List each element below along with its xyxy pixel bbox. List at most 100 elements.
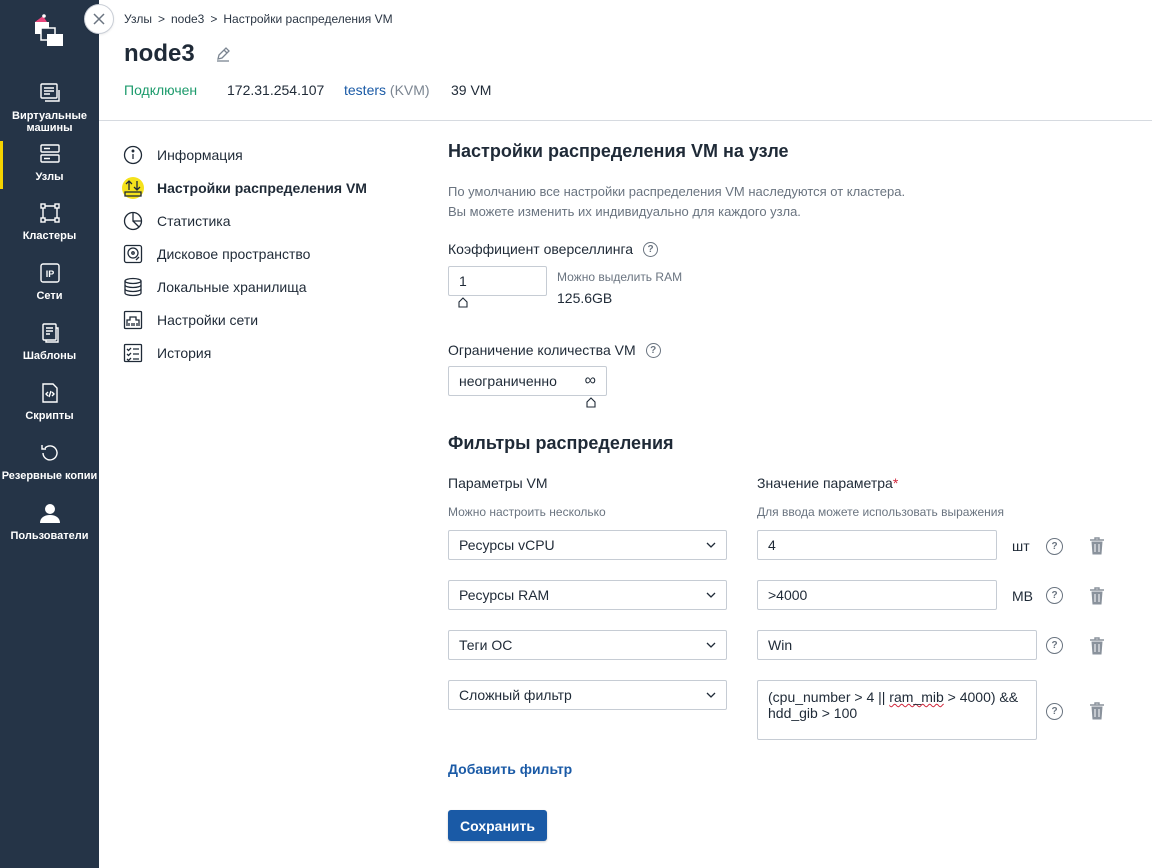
divider — [99, 120, 1152, 121]
description-line: По умолчанию все настройки распределения… — [448, 184, 906, 199]
filter-param-value: Ресурсы vCPU — [459, 537, 555, 553]
help-icon[interactable]: ? — [1046, 587, 1063, 604]
menu-label: Дисковое пространство — [157, 246, 311, 262]
description-line: Вы можете изменить их индивидуально для … — [448, 204, 801, 219]
chevron-down-icon — [706, 592, 716, 598]
filter-param-select[interactable]: Ресурсы RAM — [448, 580, 727, 610]
filters-title: Фильтры распределения — [448, 433, 674, 453]
breadcrumb-item-nodes[interactable]: Узлы — [124, 12, 152, 26]
ip-icon: IP — [39, 262, 61, 284]
menu-item-statistics[interactable]: Статистика — [122, 210, 231, 232]
menu-item-local-storage[interactable]: Локальные хранилища — [122, 276, 307, 298]
trash-icon[interactable] — [1089, 702, 1105, 720]
vm-limit-input[interactable]: неограниченно ∞ — [448, 366, 607, 396]
logo-icon[interactable] — [31, 14, 67, 48]
help-icon[interactable]: ? — [1046, 538, 1063, 555]
menu-label: Информация — [157, 147, 243, 163]
help-icon[interactable]: ? — [645, 342, 661, 358]
filter-value-input[interactable]: Win — [757, 630, 1037, 660]
filter-param-select[interactable]: Теги ОС — [448, 630, 727, 660]
add-filter-link[interactable]: Добавить фильтр — [448, 761, 572, 777]
help-icon[interactable]: ? — [1046, 703, 1063, 720]
nav-item-backups[interactable]: Резервные копии — [0, 442, 99, 482]
filter-param-value: Сложный фильтр — [459, 687, 572, 703]
nav-item-networks[interactable]: IP Сети — [0, 262, 99, 302]
close-button[interactable] — [84, 4, 114, 34]
nav-label: Кластеры — [22, 230, 77, 242]
expression-part: (cpu_number > 4 || — [768, 689, 890, 705]
section-title: Настройки распределения VM на узле — [448, 141, 789, 161]
distribution-icon — [122, 177, 144, 199]
filter-param-value: Ресурсы RAM — [459, 587, 550, 603]
menu-item-history[interactable]: История — [122, 342, 211, 364]
menu-item-info[interactable]: Информация — [122, 144, 243, 166]
vm-count: 39 VM — [451, 82, 492, 98]
status-text: Подключен — [124, 82, 197, 98]
expression-line: (cpu_number > 4 || ram_mib > 4000) && — [768, 689, 1026, 705]
svg-text:IP: IP — [45, 269, 54, 279]
menu-item-disk[interactable]: Дисковое пространство — [122, 243, 310, 265]
breadcrumb-item-current: Настройки распределения VM — [223, 12, 393, 26]
close-icon — [93, 13, 105, 25]
filter-param-select[interactable]: Ресурсы vCPU — [448, 530, 727, 560]
spellcheck-word: ram_mib — [889, 689, 944, 705]
ram-hint: Можно выделить RAM — [557, 270, 683, 284]
filter-expression-textarea[interactable]: (cpu_number > 4 || ram_mib > 4000) && hd… — [757, 680, 1037, 740]
status-connected: Подключен — [124, 82, 198, 98]
expression-part: > 4000) && — [943, 689, 1019, 705]
overselling-label-text: Коэффициент оверселлинга — [448, 241, 634, 257]
params-column-header: Параметры VM — [448, 475, 548, 491]
overselling-label: Коэффициент оверселлинга ? — [448, 241, 659, 257]
menu-item-network-settings[interactable]: Настройки сети — [122, 309, 258, 331]
breadcrumb: Узлы > node3 > Настройки распределения V… — [124, 12, 393, 26]
menu-label: Локальные хранилища — [157, 279, 307, 295]
filter-param-select[interactable]: Сложный фильтр — [448, 680, 727, 710]
nav-label: Резервные копии — [1, 470, 98, 482]
help-icon[interactable]: ? — [643, 241, 659, 257]
cluster-type: (KVM) — [389, 82, 430, 98]
chevron-down-icon — [706, 692, 716, 698]
vm-icon — [39, 82, 61, 104]
infinity-icon[interactable]: ∞ — [585, 372, 596, 390]
vm-limit-label: Ограничение количества VM ? — [448, 342, 661, 358]
overselling-input[interactable]: 1 — [448, 266, 547, 296]
nav-item-users[interactable]: Пользователи — [0, 502, 99, 542]
cluster-info: testers (KVM) — [344, 82, 430, 98]
value-column-header-text: Значение параметра — [757, 475, 893, 491]
nav-label: Виртуальные машины — [12, 110, 87, 134]
disk-icon — [122, 243, 144, 265]
menu-label: Статистика — [157, 213, 231, 229]
nav-item-nodes[interactable]: Узлы — [0, 141, 99, 189]
section-description: По умолчанию все настройки распределения… — [448, 182, 905, 222]
caret-icon — [586, 397, 596, 408]
help-icon[interactable]: ? — [1046, 637, 1063, 654]
value-column-hint: Для ввода можете использовать выражения — [757, 505, 1004, 519]
menu-label: Настройки сети — [157, 312, 259, 328]
nav-item-scripts[interactable]: Скрипты — [0, 382, 99, 422]
trash-icon[interactable] — [1089, 637, 1105, 655]
nav-item-clusters[interactable]: Кластеры — [0, 202, 99, 242]
info-icon — [122, 144, 144, 166]
filter-value-input[interactable]: 4 — [757, 530, 997, 560]
breadcrumb-item-node[interactable]: node3 — [171, 12, 204, 26]
menu-label: Настройки распределения VM — [157, 180, 367, 196]
save-button[interactable]: Сохранить — [448, 810, 547, 841]
backup-icon — [39, 442, 61, 464]
trash-icon[interactable] — [1089, 587, 1105, 605]
vm-limit-value: неограниченно — [459, 373, 557, 389]
database-icon — [122, 276, 144, 298]
nav-label: Узлы — [35, 171, 64, 183]
ip-address: 172.31.254.107 — [227, 82, 325, 98]
nav-item-vms[interactable]: Виртуальные машины — [0, 82, 99, 134]
pencil-icon[interactable] — [215, 46, 231, 62]
filter-value-input[interactable]: >4000 — [757, 580, 997, 610]
nav-label: Скрипты — [25, 410, 74, 422]
nav-item-templates[interactable]: Шаблоны — [0, 322, 99, 362]
cluster-link[interactable]: testers — [344, 82, 386, 98]
templates-icon — [39, 322, 61, 344]
network-icon — [122, 309, 144, 331]
menu-item-distribution[interactable]: Настройки распределения VM — [122, 177, 367, 199]
trash-icon[interactable] — [1089, 537, 1105, 555]
chevron-down-icon — [706, 542, 716, 548]
breadcrumb-separator: > — [157, 12, 165, 26]
